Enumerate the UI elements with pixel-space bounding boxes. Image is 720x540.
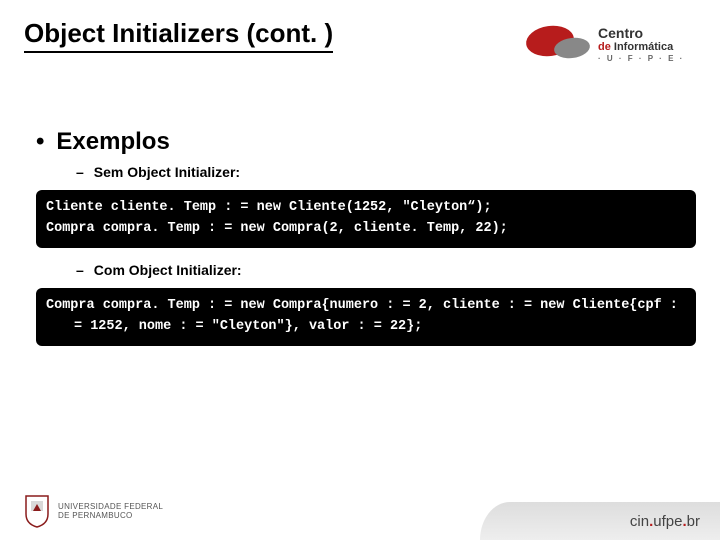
code-line: Cliente cliente. Temp : = new Cliente(12… bbox=[46, 200, 492, 215]
footer-left: UNIVERSIDADE FEDERAL DE PERNAMBUCO bbox=[24, 494, 163, 528]
code-line: Compra compra. Temp : = new Compra(2, cl… bbox=[46, 221, 508, 236]
footer: UNIVERSIDADE FEDERAL DE PERNAMBUCO cin.u… bbox=[0, 480, 720, 540]
cin-swoosh-icon bbox=[526, 20, 596, 62]
ufpe-shield-icon bbox=[24, 494, 50, 528]
ufpe-text: UNIVERSIDADE FEDERAL DE PERNAMBUCO bbox=[58, 502, 163, 520]
header: Object Initializers (cont. ) Centro de I… bbox=[24, 18, 696, 73]
logo-cin: Centro de Informática · U · F · P · E · bbox=[526, 18, 696, 73]
title-wrap: Object Initializers (cont. ) bbox=[24, 18, 333, 53]
bullet-with: Com Object Initializer: bbox=[76, 262, 696, 278]
code-block-without: Cliente cliente. Temp : = new Cliente(12… bbox=[36, 190, 696, 248]
content: Exemplos Sem Object Initializer: Cliente… bbox=[24, 128, 696, 346]
bullet-without: Sem Object Initializer: bbox=[76, 164, 696, 180]
ufpe-line1: UNIVERSIDADE FEDERAL bbox=[58, 502, 163, 511]
footer-url: cin.ufpe.br bbox=[630, 513, 700, 530]
bullet-examples: Exemplos bbox=[36, 128, 696, 156]
cin-line3: · U · F · P · E · bbox=[598, 55, 684, 64]
page-title: Object Initializers (cont. ) bbox=[24, 18, 333, 53]
slide: Object Initializers (cont. ) Centro de I… bbox=[0, 0, 720, 540]
cin-line2: de Informática bbox=[598, 41, 684, 53]
cin-line1: Centro bbox=[598, 26, 684, 41]
code-block-with: Compra compra. Temp : = new Compra{numer… bbox=[36, 288, 696, 346]
cin-logo-text: Centro de Informática · U · F · P · E · bbox=[598, 26, 684, 64]
code-line: Compra compra. Temp : = new Compra{numer… bbox=[46, 296, 686, 338]
ufpe-line2: DE PERNAMBUCO bbox=[58, 511, 163, 520]
footer-right: cin.ufpe.br bbox=[480, 502, 720, 540]
